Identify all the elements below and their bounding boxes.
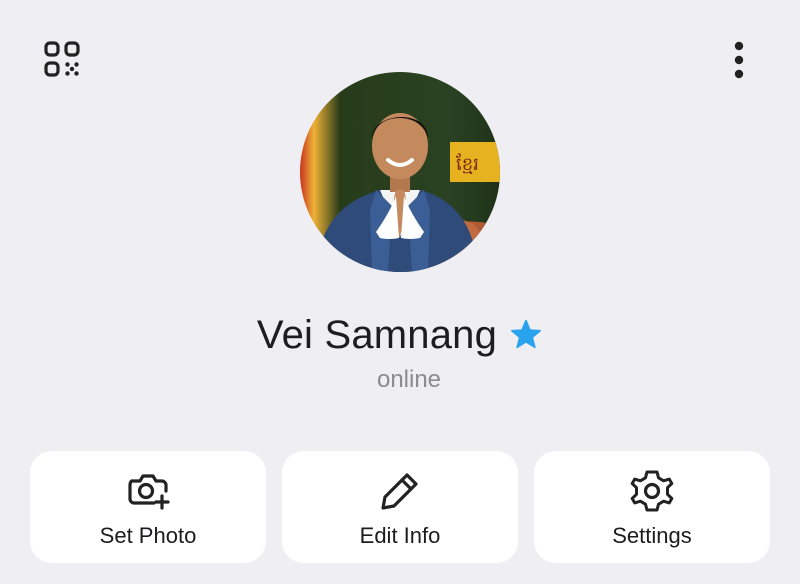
- profile-status: online: [376, 366, 442, 393]
- more-options-button[interactable]: [716, 34, 762, 86]
- set-photo-label: Set Photo: [99, 523, 197, 548]
- premium-star-icon[interactable]: [509, 318, 543, 352]
- edit-info-label: Edit Info: [359, 523, 441, 548]
- settings-label: Settings: [612, 523, 692, 548]
- svg-text:ខ្មែរ: ខ្មែរ: [456, 153, 479, 175]
- edit-info-button[interactable]: Edit Info: [282, 451, 518, 563]
- avatar[interactable]: ខ្មែរ: [300, 72, 500, 272]
- more-vertical-icon: [734, 41, 744, 79]
- profile-name-row: Vei Samnang: [0, 308, 800, 362]
- settings-button[interactable]: Settings: [534, 451, 770, 563]
- profile-actions: Set Photo Edit Info Settings: [30, 451, 770, 563]
- set-photo-button[interactable]: Set Photo: [30, 451, 266, 563]
- pencil-icon: [376, 467, 424, 515]
- gear-icon: [628, 467, 676, 515]
- profile-name: Vei Samnang: [256, 313, 498, 357]
- qr-code-button[interactable]: [36, 34, 88, 86]
- camera-plus-icon: [124, 467, 172, 515]
- qr-code-icon: [44, 41, 80, 77]
